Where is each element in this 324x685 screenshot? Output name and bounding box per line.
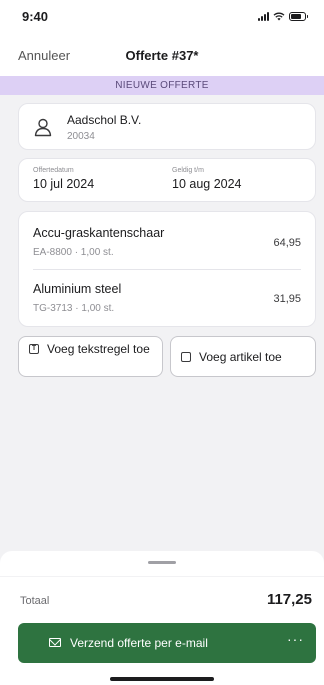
dates-card: Offertedatum 10 jul 2024 Geldig t/m 10 a…: [18, 158, 316, 202]
customer-card[interactable]: Aadschol B.V. 20034: [18, 103, 316, 150]
mail-icon: [49, 638, 61, 647]
item-price: 31,95: [273, 293, 301, 305]
item-meta: EA-8800 · 1,00 st.: [33, 247, 114, 258]
item-price: 64,95: [273, 237, 301, 249]
signal-icon: [258, 12, 269, 21]
items-card: Accu-graskantenschaar EA-8800 · 1,00 st.…: [18, 211, 316, 327]
add-article-label: Voeg artikel toe: [199, 350, 282, 364]
home-indicator: [110, 677, 214, 681]
wifi-icon: [273, 12, 285, 21]
item-name: Accu-graskantenschaar: [33, 226, 165, 240]
total-value: 117,25: [266, 591, 312, 608]
send-email-label: Verzend offerte per e-mail: [70, 636, 208, 650]
add-article-button[interactable]: Voeg artikel toe: [170, 336, 316, 377]
battery-icon: [289, 12, 308, 21]
page-title: Offerte #37*: [125, 48, 199, 63]
square-icon: [181, 352, 191, 362]
offer-date-label: Offertedatum: [33, 167, 74, 174]
more-icon[interactable]: ···: [287, 631, 304, 647]
nav-bar: Annuleer Offerte #37*: [0, 34, 324, 76]
add-text-line-button[interactable]: T Voeg tekstregel toe: [18, 336, 163, 377]
valid-until-field[interactable]: Geldig t/m 10 aug 2024: [172, 167, 242, 191]
status-time: 9:40: [22, 9, 49, 24]
bottom-sheet: Totaal 117,25 Verzend offerte per e-mail…: [0, 551, 324, 685]
item-meta: TG-3713 · 1,00 st.: [33, 303, 115, 314]
valid-until-value: 10 aug 2024: [172, 177, 242, 191]
item-name: Aluminium steel: [33, 282, 122, 296]
new-offer-banner: NIEUWE OFFERTE: [0, 76, 324, 95]
offer-date-value: 10 jul 2024: [33, 177, 95, 191]
list-item[interactable]: Accu-graskantenschaar EA-8800 · 1,00 st.…: [33, 218, 301, 270]
sheet-handle[interactable]: [148, 561, 176, 564]
person-icon: [34, 118, 52, 137]
total-label: Totaal: [20, 595, 50, 607]
status-bar: 9:40: [0, 0, 324, 34]
add-text-line-label: Voeg tekstregel toe: [47, 342, 150, 356]
valid-until-label: Geldig t/m: [172, 167, 204, 174]
list-item[interactable]: Aluminium steel TG-3713 · 1,00 st. 31,95: [33, 274, 301, 326]
send-email-button[interactable]: Verzend offerte per e-mail ···: [18, 623, 316, 663]
status-icons: [258, 11, 308, 21]
customer-number: 20034: [67, 131, 95, 142]
customer-name: Aadschol B.V.: [67, 113, 142, 127]
offer-date-field[interactable]: Offertedatum 10 jul 2024: [33, 167, 94, 191]
sheet-divider: [0, 576, 324, 577]
text-box-icon: T: [29, 344, 39, 354]
